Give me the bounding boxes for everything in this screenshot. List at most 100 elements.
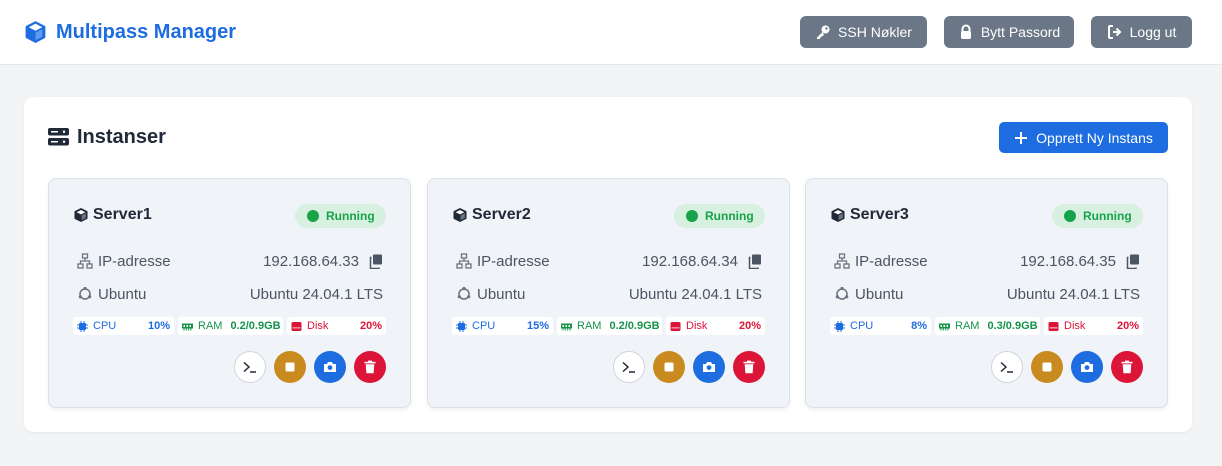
ssh-keys-label: SSH Nøkler [838, 24, 912, 40]
os-version: Ubuntu 24.04.1 LTS [249, 285, 383, 303]
instance-name-text: Server3 [850, 206, 909, 223]
ram-value: 0.2/0.9GB [230, 320, 281, 332]
microchip-icon [456, 320, 467, 332]
instances-heading: Instanser [48, 124, 166, 150]
os-version: Ubuntu 24.04.1 LTS [1006, 285, 1140, 303]
status-badge: Running [295, 204, 386, 228]
network-icon [77, 253, 93, 269]
snapshot-button[interactable] [314, 351, 346, 383]
change-password-button[interactable]: Bytt Passord [944, 16, 1074, 48]
status-dot [307, 210, 319, 222]
instance-name: Server2 [452, 206, 531, 224]
instances-title: Instanser [77, 125, 166, 148]
copy-icon[interactable] [369, 254, 383, 269]
ram-usage: RAM 0.2/0.9GB [178, 317, 283, 335]
terminal-icon [622, 361, 635, 373]
disk-value: 20% [359, 320, 382, 332]
stop-button[interactable] [274, 351, 306, 383]
terminal-button[interactable] [234, 351, 266, 383]
ram-value: 0.3/0.9GB [987, 320, 1038, 332]
cube-icon [25, 21, 46, 43]
microchip-icon [77, 320, 88, 332]
terminal-button[interactable] [991, 351, 1023, 383]
ssh-keys-button[interactable]: SSH Nøkler [800, 16, 927, 48]
disk-label: Disk [307, 320, 329, 332]
network-icon [456, 253, 472, 269]
disk-value: 20% [738, 320, 761, 332]
logout-button[interactable]: Logg ut [1091, 16, 1192, 48]
disk-usage: Disk 20% [666, 317, 765, 335]
disk-value: 20% [1116, 320, 1139, 332]
create-instance-button[interactable]: Opprett Ny Instans [999, 122, 1168, 153]
ip-label: IP-adresse [855, 252, 928, 270]
disk-usage: Disk 20% [287, 317, 386, 335]
ram-label: RAM [198, 320, 223, 332]
hdd-icon [291, 321, 302, 331]
cpu-label: CPU [472, 320, 496, 332]
ip-value: 192.168.64.33 [263, 252, 359, 270]
disk-usage: Disk 20% [1044, 317, 1143, 335]
trash-icon [1121, 360, 1133, 374]
terminal-button[interactable] [613, 351, 645, 383]
snapshot-button[interactable] [1071, 351, 1103, 383]
ip-value: 192.168.64.35 [1020, 252, 1116, 270]
os-label: Ubuntu [98, 285, 147, 303]
os-row: Ubuntu Ubuntu 24.04.1 LTS [834, 284, 1140, 304]
stop-icon [664, 362, 674, 372]
cube-icon [74, 208, 88, 222]
stop-icon [1042, 362, 1052, 372]
microchip-icon [834, 320, 845, 332]
ram-label: RAM [577, 320, 602, 332]
ram-value: 0.2/0.9GB [609, 320, 660, 332]
ip-row: IP-adresse 192.168.64.33 [77, 251, 383, 271]
ram-label: RAM [955, 320, 980, 332]
instance-card: Server3 Running IP-adresse 192.168.64.35… [805, 178, 1168, 408]
os-row: Ubuntu Ubuntu 24.04.1 LTS [77, 284, 383, 304]
ip-label: IP-adresse [98, 252, 171, 270]
stop-button[interactable] [653, 351, 685, 383]
ubuntu-icon [835, 286, 849, 300]
camera-icon [324, 362, 336, 372]
camera-icon [703, 362, 715, 372]
delete-button[interactable] [1111, 351, 1143, 383]
ubuntu-icon [78, 286, 92, 300]
stop-button[interactable] [1031, 351, 1063, 383]
ram-usage: RAM 0.2/0.9GB [557, 317, 662, 335]
cube-icon [831, 208, 845, 222]
instance-name: Server1 [73, 206, 152, 224]
status-text: Running [1083, 209, 1132, 223]
delete-button[interactable] [733, 351, 765, 383]
brand[interactable]: Multipass Manager [23, 18, 236, 46]
cpu-usage: CPU 10% [73, 317, 174, 335]
logout-label: Logg ut [1129, 24, 1177, 40]
ram-usage: RAM 0.3/0.9GB [935, 317, 1040, 335]
trash-icon [364, 360, 376, 374]
camera-icon [1081, 362, 1093, 372]
status-text: Running [326, 209, 375, 223]
status-dot [686, 210, 698, 222]
copy-icon[interactable] [748, 254, 762, 269]
create-instance-label: Opprett Ny Instans [1036, 129, 1153, 146]
sign-out-icon [1107, 25, 1122, 39]
instance-card: Server1 Running IP-adresse 192.168.64.33… [48, 178, 411, 408]
memory-icon [939, 323, 950, 330]
stop-icon [285, 362, 295, 372]
cpu-value: 8% [911, 320, 927, 332]
status-dot [1064, 210, 1076, 222]
key-icon [817, 25, 830, 39]
cube-icon [453, 208, 467, 222]
status-text: Running [705, 209, 754, 223]
copy-icon[interactable] [1126, 254, 1140, 269]
ip-label: IP-adresse [477, 252, 550, 270]
os-row: Ubuntu Ubuntu 24.04.1 LTS [456, 284, 762, 304]
hdd-icon [1048, 321, 1059, 331]
server-icon [48, 128, 69, 146]
ip-value: 192.168.64.34 [642, 252, 738, 270]
status-badge: Running [674, 204, 765, 228]
memory-icon [182, 323, 193, 330]
cpu-label: CPU [850, 320, 874, 332]
delete-button[interactable] [354, 351, 386, 383]
snapshot-button[interactable] [693, 351, 725, 383]
instances-panel: Instanser Opprett Ny Instans Server1 Run… [24, 97, 1192, 432]
memory-icon [561, 323, 572, 330]
